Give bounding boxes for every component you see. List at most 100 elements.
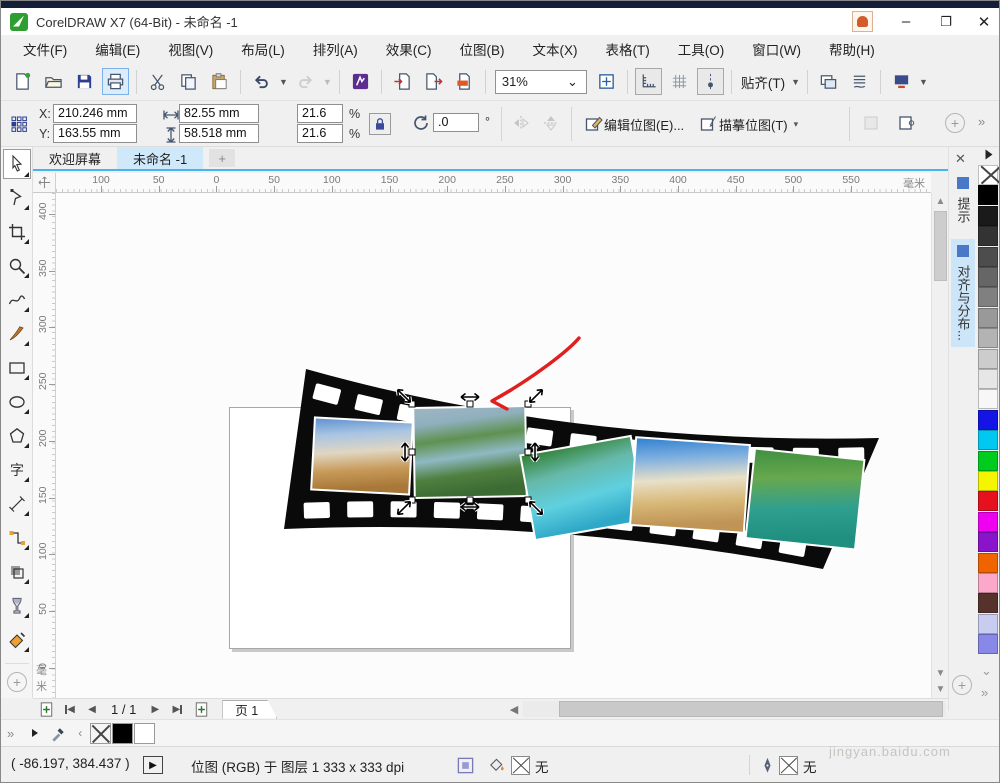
rotation-angle-field[interactable]: .0 bbox=[433, 113, 479, 132]
straighten-image-button[interactable] bbox=[861, 113, 881, 133]
dimension-tool[interactable] bbox=[4, 491, 30, 517]
interactive-fill-tool[interactable] bbox=[4, 627, 30, 653]
maximize-button[interactable]: ❐ bbox=[929, 8, 963, 35]
menu-window[interactable]: 窗口(W) bbox=[738, 35, 815, 63]
application-launcher-button[interactable] bbox=[347, 68, 374, 95]
palette-color-8888e8[interactable] bbox=[978, 634, 998, 654]
fullscreen-preview-button[interactable] bbox=[593, 68, 620, 95]
zoom-level-combo[interactable]: 31% ⌄ bbox=[495, 70, 587, 94]
palette-color-4d4d4d[interactable] bbox=[978, 247, 998, 267]
doc-palette-color-000000[interactable] bbox=[112, 723, 133, 744]
palette-color-f7f7f7[interactable] bbox=[978, 389, 998, 409]
scroll-down-arrow-2[interactable]: ▼ bbox=[932, 681, 949, 697]
crop-tool[interactable] bbox=[4, 219, 30, 245]
mirror-horizontal-button[interactable] bbox=[511, 113, 531, 133]
vertical-ruler[interactable]: 400350300250200150100500毫米 bbox=[33, 193, 56, 698]
object-width-field[interactable]: 82.55 mm bbox=[179, 104, 259, 123]
show-grid-toggle[interactable] bbox=[666, 68, 693, 95]
docker-close-button[interactable]: ✕ bbox=[955, 151, 966, 167]
publish-pdf-button[interactable] bbox=[451, 68, 478, 95]
hscroll-left-arrow[interactable]: ◀ bbox=[506, 701, 522, 717]
menu-table[interactable]: 表格(T) bbox=[592, 35, 664, 63]
freehand-tool[interactable] bbox=[4, 287, 30, 313]
import-button[interactable] bbox=[389, 68, 416, 95]
palette-expand-chevron[interactable]: » bbox=[981, 685, 988, 700]
doc-palette-no-color[interactable] bbox=[90, 723, 111, 744]
palette-color-f5f500[interactable] bbox=[978, 471, 998, 491]
new-document-button[interactable] bbox=[9, 68, 36, 95]
lock-ratio-button[interactable] bbox=[369, 113, 391, 135]
rectangle-tool[interactable] bbox=[4, 355, 30, 381]
horizontal-scroll-thumb[interactable] bbox=[559, 701, 943, 717]
edit-envelope-button[interactable] bbox=[896, 113, 916, 133]
palette-color-fba8ca[interactable] bbox=[978, 573, 998, 593]
menu-view[interactable]: 视图(V) bbox=[154, 35, 227, 63]
artistic-media-tool[interactable] bbox=[4, 321, 30, 347]
palette-color-b3b3b3[interactable] bbox=[978, 328, 998, 348]
show-rulers-toggle[interactable] bbox=[635, 68, 662, 95]
palette-color-e6e6e6[interactable] bbox=[978, 369, 998, 389]
page-1-tab[interactable]: 页 1 bbox=[222, 700, 277, 719]
snap-to-caret[interactable]: ▼ bbox=[791, 77, 800, 87]
fill-color-swatch[interactable] bbox=[511, 756, 530, 775]
snap-to-dropdown[interactable]: 贴齐(T) bbox=[741, 72, 785, 92]
palette-color-808080[interactable] bbox=[978, 287, 998, 307]
save-button[interactable] bbox=[71, 68, 98, 95]
palette-color-1414e6[interactable] bbox=[978, 410, 998, 430]
palette-color-f000f0[interactable] bbox=[978, 512, 998, 532]
vertical-scrollbar[interactable]: ▲ ▼ ▼ bbox=[931, 193, 948, 698]
minimize-button[interactable]: – bbox=[889, 8, 923, 35]
options-button[interactable] bbox=[815, 68, 842, 95]
palette-color-1a1a1a[interactable] bbox=[978, 206, 998, 226]
eyedropper-icon[interactable] bbox=[48, 720, 68, 747]
pick-tool[interactable] bbox=[3, 149, 31, 179]
palette-scroll-down[interactable]: ⌄ bbox=[981, 663, 992, 679]
next-page-button[interactable]: ▶ bbox=[144, 700, 166, 718]
print-button[interactable] bbox=[102, 68, 129, 95]
redo-button[interactable] bbox=[292, 68, 319, 95]
menu-help[interactable]: 帮助(H) bbox=[815, 35, 889, 63]
account-button[interactable] bbox=[852, 11, 873, 32]
previous-page-button[interactable]: ◀ bbox=[81, 700, 103, 718]
shape-tool[interactable] bbox=[4, 185, 30, 211]
object-details-button[interactable]: ▶ bbox=[143, 756, 163, 774]
mirror-vertical-button[interactable] bbox=[541, 113, 561, 133]
zoom-tool[interactable] bbox=[4, 253, 30, 279]
export-button[interactable] bbox=[420, 68, 447, 95]
undo-dropdown-caret[interactable]: ▼ bbox=[279, 77, 288, 87]
document-palette-flyout-arrow[interactable] bbox=[32, 729, 38, 737]
ellipse-tool[interactable] bbox=[4, 389, 30, 415]
scroll-down-arrow[interactable]: ▼ bbox=[932, 665, 949, 681]
scale-y-field[interactable]: 21.6 bbox=[297, 124, 343, 143]
palette-color-c8ccf0[interactable] bbox=[978, 614, 998, 634]
menu-text[interactable]: 文本(X) bbox=[519, 35, 592, 63]
palette-color-000000[interactable] bbox=[978, 185, 998, 205]
paste-button[interactable] bbox=[206, 68, 233, 95]
propbar-overflow-chevron[interactable]: » bbox=[978, 114, 985, 129]
close-button[interactable]: ✕ bbox=[967, 8, 1000, 35]
docker-tab-hints[interactable]: 提示 bbox=[951, 171, 975, 229]
open-button[interactable] bbox=[40, 68, 67, 95]
doc-palette-color-ffffff[interactable] bbox=[134, 723, 155, 744]
trace-bitmap-button[interactable]: 描摹位图(T) ▾ bbox=[699, 114, 800, 134]
toolbars-options-button[interactable] bbox=[888, 68, 915, 95]
menu-tools[interactable]: 工具(O) bbox=[664, 35, 739, 63]
add-property-button[interactable]: + bbox=[945, 113, 965, 133]
menu-arrange[interactable]: 排列(A) bbox=[299, 35, 372, 63]
connector-tool[interactable] bbox=[4, 525, 30, 551]
cut-button[interactable] bbox=[144, 68, 171, 95]
vertical-scroll-thumb[interactable] bbox=[934, 211, 947, 281]
horizontal-ruler[interactable]: 10050050100150200250300350400450500550毫米 bbox=[56, 173, 931, 193]
scroll-up-arrow[interactable]: ▲ bbox=[932, 193, 949, 209]
docker-tab-align-distribute[interactable]: 对齐与分布... bbox=[951, 239, 975, 347]
undo-button[interactable] bbox=[248, 68, 275, 95]
new-document-tab-button[interactable]: + bbox=[209, 149, 235, 167]
toolbox-overflow-chevron[interactable]: » bbox=[7, 726, 14, 741]
toolbars-options-caret[interactable]: ▼ bbox=[919, 77, 928, 87]
menu-layout[interactable]: 布局(L) bbox=[227, 35, 299, 63]
scale-x-field[interactable]: 21.6 bbox=[297, 104, 343, 123]
palette-color-55332c[interactable] bbox=[978, 593, 998, 613]
menu-file[interactable]: 文件(F) bbox=[9, 35, 81, 63]
menu-bitmaps[interactable]: 位图(B) bbox=[446, 35, 519, 63]
palette-color-00cc1e[interactable] bbox=[978, 451, 998, 471]
